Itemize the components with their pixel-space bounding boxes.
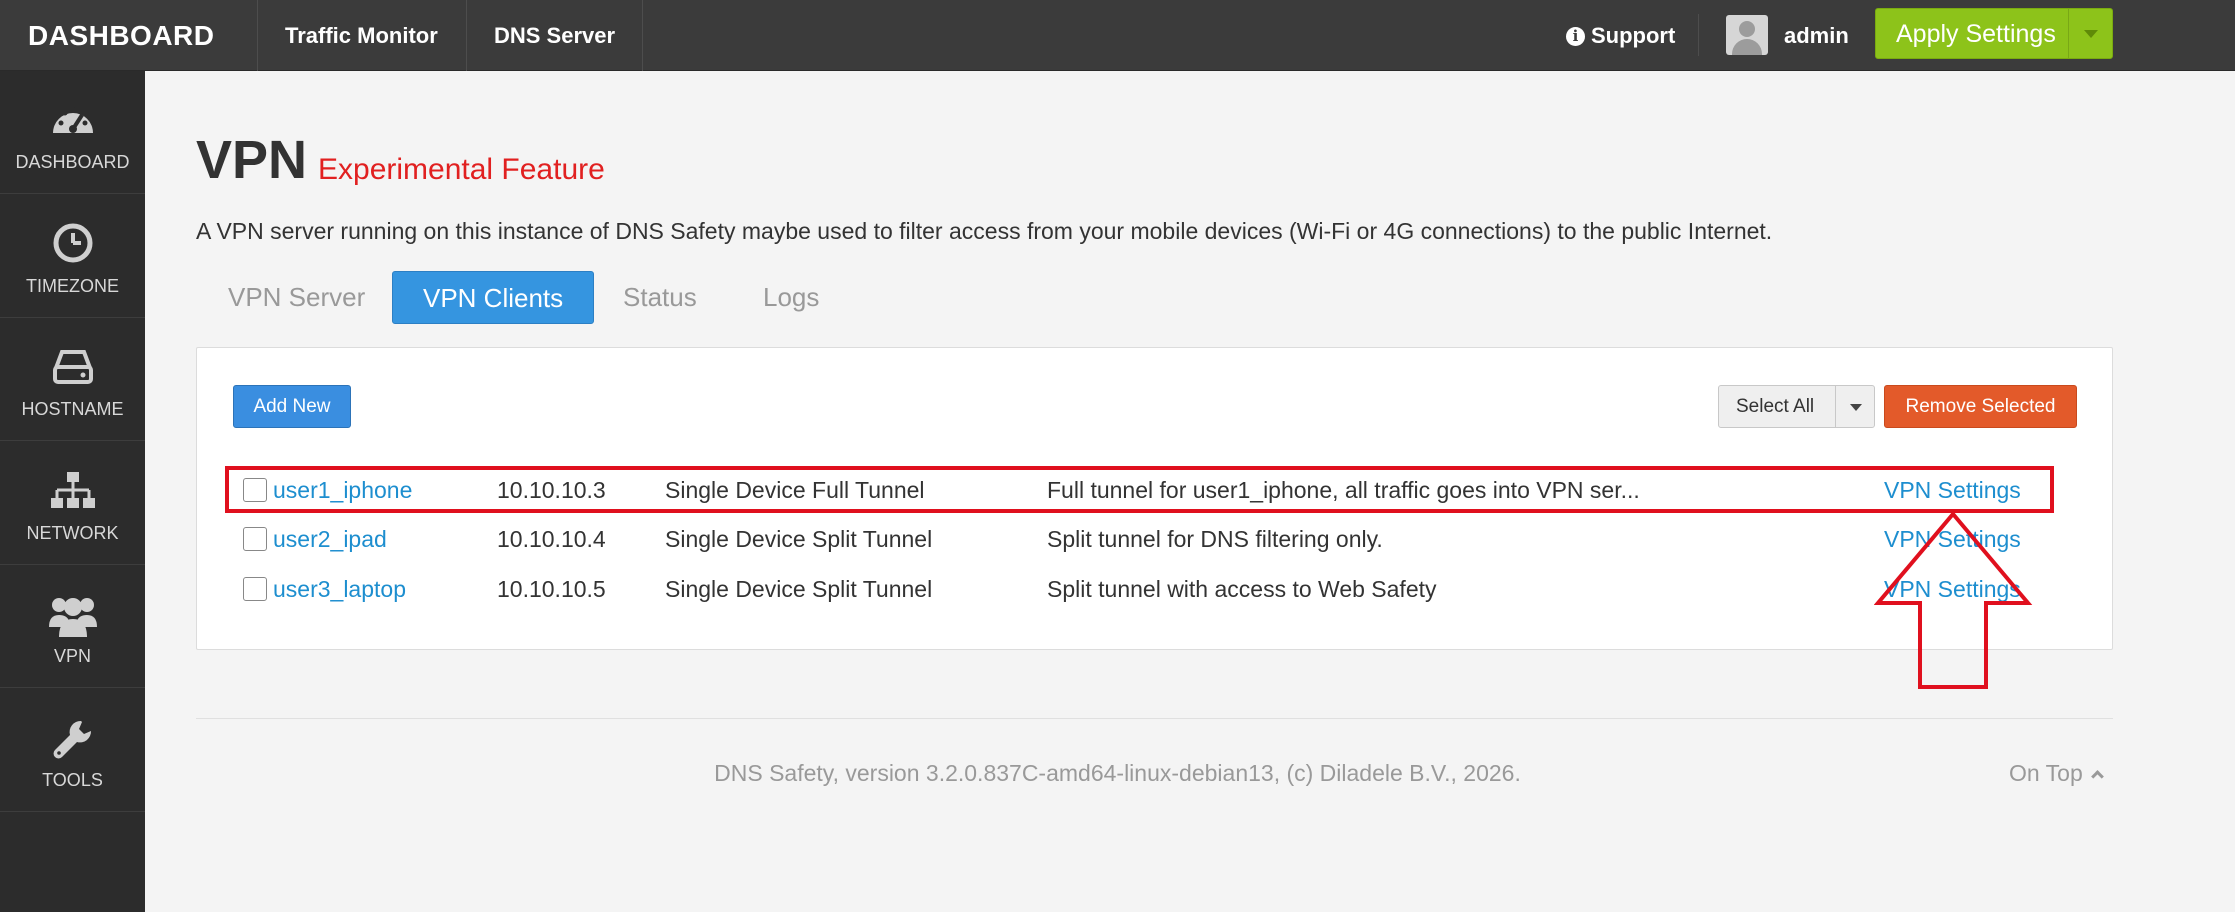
client-ip: 10.10.10.4 [497, 526, 606, 552]
sidebar-item-label: NETWORK [26, 523, 119, 543]
network-sitemap-icon [50, 472, 95, 508]
info-icon: i [1566, 27, 1585, 46]
add-new-button[interactable]: Add New [233, 385, 351, 428]
sidebar-item-label: DASHBOARD [15, 152, 130, 172]
tab-vpn-server[interactable]: VPN Server [198, 271, 395, 324]
sidebar-item-label: HOSTNAME [21, 399, 124, 419]
server-drive-icon [52, 350, 93, 384]
tab-status[interactable]: Status [593, 271, 727, 324]
sidebar-item-label: TIMEZONE [26, 276, 119, 296]
client-ip: 10.10.10.5 [497, 576, 606, 602]
footer-divider [196, 718, 2113, 719]
experimental-badge: Experimental Feature [318, 153, 605, 186]
support-link[interactable]: i Support [1566, 0, 1675, 71]
users-icon [48, 598, 97, 637]
on-top-label: On Top [2009, 760, 2083, 786]
page-title: VPN [196, 130, 308, 190]
support-label: Support [1591, 23, 1676, 48]
on-top-link[interactable]: On Top [2009, 760, 2104, 787]
highlight-box [225, 466, 2054, 513]
apply-split-divider [2068, 9, 2069, 58]
sidebar-item-tools[interactable]: TOOLS [0, 689, 145, 812]
user-name[interactable]: admin [1784, 0, 1849, 71]
row-checkbox[interactable] [243, 577, 267, 601]
arrow-up-annotation [1874, 511, 2033, 689]
gauge-icon [52, 106, 93, 133]
tab-logs[interactable]: Logs [733, 271, 849, 324]
select-all-label: Select All [1736, 396, 1815, 417]
wrench-icon [53, 720, 91, 759]
sidebar-item-timezone[interactable]: TIMEZONE [0, 195, 145, 318]
sidebar-item-network[interactable]: NETWORK [0, 442, 145, 565]
clock-icon [53, 223, 92, 263]
sidebar-item-hostname[interactable]: HOSTNAME [0, 318, 145, 441]
sidebar-item-vpn[interactable]: VPN [0, 565, 145, 688]
page-description: A VPN server running on this instance of… [196, 218, 1773, 244]
apply-settings-button[interactable]: Apply Settings [1875, 8, 2113, 59]
nav-dns-server[interactable]: DNS Server [466, 0, 644, 71]
chevron-down-icon[interactable] [1850, 404, 1862, 411]
brand-logo[interactable]: DASHBOARD [28, 0, 215, 71]
client-name-link[interactable]: user2_ipad [273, 514, 387, 564]
avatar[interactable] [1726, 15, 1768, 55]
table-row: user3_laptop 10.10.10.5 Single Device Sp… [233, 564, 2078, 614]
apply-settings-label: Apply Settings [1896, 20, 2056, 48]
client-name-link[interactable]: user3_laptop [273, 564, 406, 614]
client-type: Single Device Split Tunnel [665, 576, 933, 602]
table-row: user2_ipad 10.10.10.4 Single Device Spli… [233, 514, 2078, 564]
sidebar-item-dashboard[interactable]: DASHBOARD [0, 71, 145, 194]
client-description: Split tunnel for DNS filtering only. [1047, 526, 1383, 552]
tab-vpn-clients[interactable]: VPN Clients [392, 271, 595, 324]
select-all-button[interactable]: Select All [1718, 385, 1875, 428]
top-separator [1698, 14, 1699, 56]
footer-version: DNS Safety, version 3.2.0.837C-amd64-lin… [714, 760, 1521, 786]
client-description: Split tunnel with access to Web Safety [1047, 576, 1437, 602]
sidebar-item-label: VPN [53, 646, 91, 666]
chevron-up-icon [2090, 770, 2104, 783]
nav-traffic-monitor[interactable]: Traffic Monitor [257, 0, 465, 71]
row-checkbox[interactable] [243, 527, 267, 551]
chevron-down-icon[interactable] [2084, 30, 2098, 38]
top-navbar: DASHBOARD Traffic Monitor DNS Server i Su… [0, 0, 2235, 71]
remove-selected-button[interactable]: Remove Selected [1884, 385, 2077, 428]
select-split-divider [1835, 386, 1836, 427]
client-type: Single Device Split Tunnel [665, 526, 933, 552]
